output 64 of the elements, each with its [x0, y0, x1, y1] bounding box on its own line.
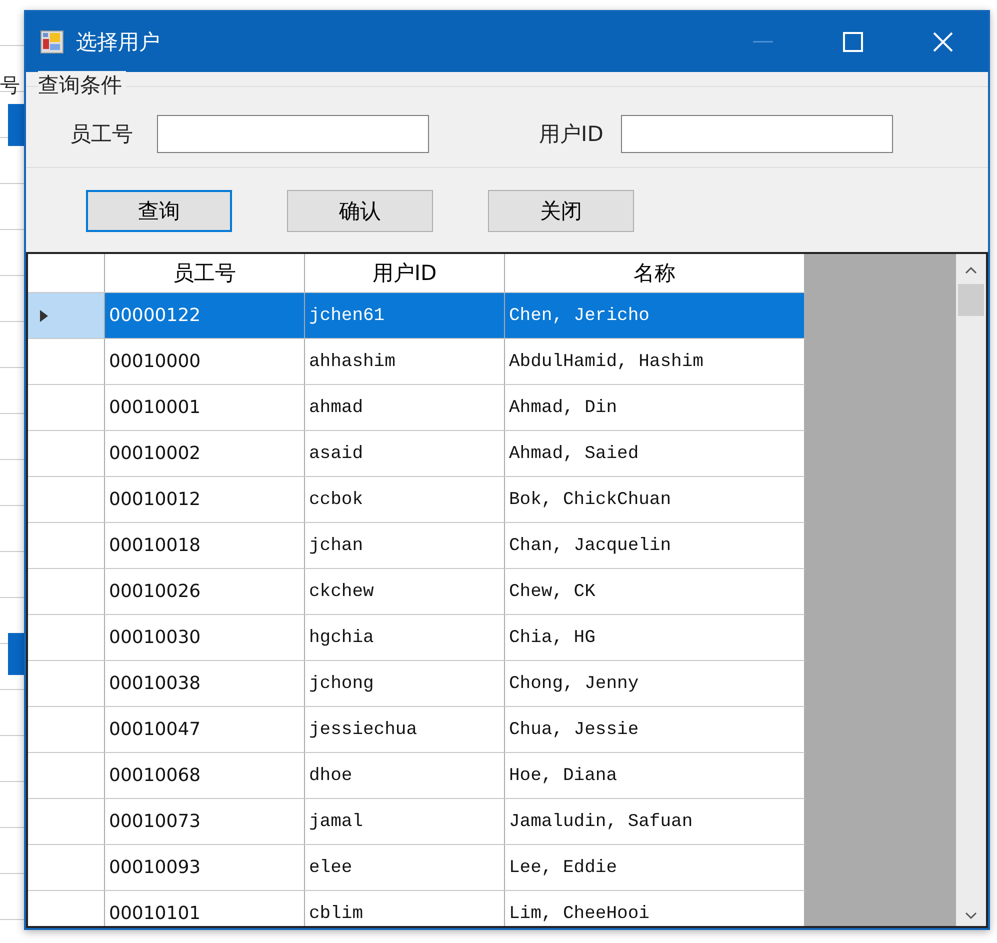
table-cell: 00010030: [105, 615, 305, 660]
table-cell: Ahmad, Saied: [505, 431, 805, 476]
table-cell: Chia, HG: [505, 615, 805, 660]
table-cell: elee: [305, 845, 505, 890]
row-header[interactable]: [28, 293, 105, 338]
table-cell: jessiechua: [305, 707, 505, 752]
table-cell: Chong, Jenny: [505, 661, 805, 706]
table-cell: 00010038: [105, 661, 305, 706]
input-field[interactable]: [621, 115, 894, 153]
table-cell: 00010012: [105, 477, 305, 522]
table-cell: Hoe, Diana: [505, 753, 805, 798]
column-header[interactable]: 名称: [505, 254, 805, 292]
close-icon: [933, 32, 953, 52]
table-cell: 00010101: [105, 891, 305, 926]
scroll-thumb[interactable]: [958, 284, 984, 316]
table-cell: AbdulHamid, Hashim: [505, 339, 805, 384]
table-cell: jchan: [305, 523, 505, 568]
table-cell: ahhashim: [305, 339, 505, 384]
table-cell: jchong: [305, 661, 505, 706]
table-cell: Bok, ChickChuan: [505, 477, 805, 522]
table-cell: 00010073: [105, 799, 305, 844]
column-header[interactable]: 员工号: [105, 254, 305, 292]
table-cell: Chan, Jacquelin: [505, 523, 805, 568]
table-cell: dhoe: [305, 753, 505, 798]
column-header[interactable]: 用户ID: [305, 254, 505, 292]
dialog-button[interactable]: 关闭: [488, 190, 634, 232]
table-cell: 00010000: [105, 339, 305, 384]
minimize-icon: [753, 41, 773, 43]
scrollbar[interactable]: [956, 254, 986, 926]
table-cell: 00010018: [105, 523, 305, 568]
table-cell: Chew, CK: [505, 569, 805, 614]
table-cell: 00010002: [105, 431, 305, 476]
table-cell: cblim: [305, 891, 505, 926]
table-cell: Ahmad, Din: [505, 385, 805, 430]
table-cell: 00010001: [105, 385, 305, 430]
window-title: 选择用户: [76, 29, 160, 56]
app-icon: [40, 30, 64, 54]
input-field[interactable]: [157, 115, 429, 153]
table-cell: Chen, Jericho: [505, 293, 805, 338]
dialog-button[interactable]: 确认: [287, 190, 433, 232]
table-cell: jchen61: [305, 293, 505, 338]
table-cell: asaid: [305, 431, 505, 476]
table-cell: 00010047: [105, 707, 305, 752]
table-cell: Lee, Eddie: [505, 845, 805, 890]
field-label: 用户ID: [539, 121, 604, 148]
table-cell: 00010068: [105, 753, 305, 798]
table-cell: Lim, CheeHooi: [505, 891, 805, 926]
background-label: 号: [0, 72, 21, 99]
table-cell: ccbok: [305, 477, 505, 522]
current-row-icon: [40, 310, 48, 322]
maximize-icon: [843, 32, 863, 52]
table-cell: Chua, Jessie: [505, 707, 805, 752]
table-cell: 00010026: [105, 569, 305, 614]
field-label: 员工号: [70, 121, 133, 148]
scroll-up-icon: [965, 266, 977, 274]
table-cell: ahmad: [305, 385, 505, 430]
table-cell: hgchia: [305, 615, 505, 660]
table-cell: ckchew: [305, 569, 505, 614]
table-cell: 00010093: [105, 845, 305, 890]
scroll-down-icon: [965, 912, 977, 920]
dialog-button[interactable]: 查询: [86, 190, 232, 232]
table-cell: jamal: [305, 799, 505, 844]
table-cell: 00000122: [105, 293, 305, 338]
table-cell: Jamaludin, Safuan: [505, 799, 805, 844]
